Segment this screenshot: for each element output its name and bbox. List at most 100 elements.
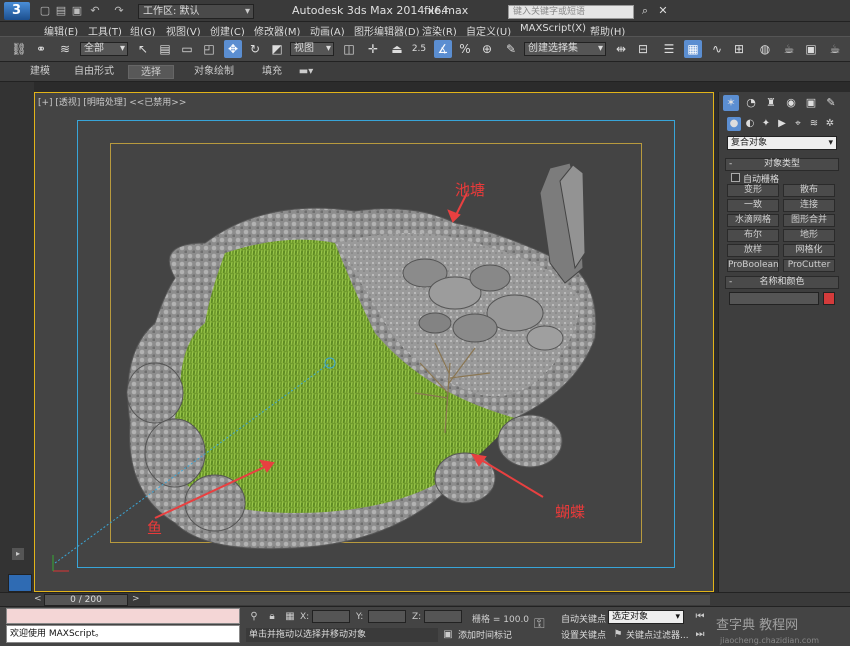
snap-toggle-icon[interactable]: 2.5 — [410, 40, 428, 58]
key-mode-select[interactable]: 选定对象 — [608, 610, 684, 624]
undo-icon[interactable]: ↶ — [88, 4, 102, 18]
space-warps-icon[interactable]: ≋ — [807, 117, 821, 131]
scatter-button[interactable]: 散布 — [783, 184, 835, 197]
object-type-rollout[interactable]: - 对象类型 — [725, 158, 839, 171]
procutter-button[interactable]: ProCutter — [783, 259, 835, 272]
object-color-swatch[interactable] — [823, 292, 835, 305]
spinner-snap-icon[interactable]: ⊕ — [478, 40, 496, 58]
align-icon[interactable]: ⊟ — [634, 40, 652, 58]
key-icon[interactable]: ⚿ — [534, 616, 552, 634]
x-coord-field[interactable] — [312, 610, 350, 623]
layer-manager-icon[interactable]: ☰ — [660, 40, 678, 58]
pivot-center-icon[interactable]: ◫ — [340, 40, 358, 58]
tab-modeling[interactable]: 建模 — [24, 65, 56, 79]
cameras-icon[interactable]: ▶ — [775, 117, 789, 131]
maxscript-listener-output[interactable]: 欢迎使用 MAXScript。 — [6, 625, 240, 643]
selection-filter-select[interactable]: 全部 — [80, 42, 128, 56]
rendered-frame-icon[interactable]: ▣ — [802, 40, 820, 58]
key-mode-toggle-icon[interactable]: ⏭ — [694, 629, 706, 641]
ribbon-options-icon[interactable]: ▬▾ — [296, 65, 316, 79]
lights-icon[interactable]: ✦ — [759, 117, 773, 131]
mirror-icon[interactable]: ⇹ — [612, 40, 630, 58]
schematic-view-icon[interactable]: ⊞ — [730, 40, 748, 58]
select-rotate-icon[interactable]: ↻ — [246, 40, 264, 58]
select-move-icon[interactable]: ✥ — [224, 40, 242, 58]
helpers-icon[interactable]: ⌖ — [791, 117, 805, 131]
motion-tab-icon[interactable]: ◉ — [783, 95, 799, 111]
object-name-input[interactable] — [729, 292, 819, 305]
curve-editor-icon[interactable]: ∿ — [708, 40, 726, 58]
render-setup-icon[interactable]: ☕ — [780, 40, 798, 58]
material-editor-icon[interactable]: ◍ — [756, 40, 774, 58]
goto-start-icon[interactable]: ⏮ — [694, 611, 706, 623]
scene-render[interactable] — [35, 93, 714, 592]
menu-maxscript[interactable]: MAXScript(X) — [520, 23, 586, 34]
proboolean-button[interactable]: ProBoolean — [727, 259, 779, 272]
prev-frame-icon[interactable]: < — [34, 594, 42, 604]
y-coord-field[interactable] — [368, 610, 406, 623]
key-filter-icon[interactable]: ⚑ — [612, 629, 624, 641]
timeline-track[interactable] — [150, 595, 710, 605]
modify-tab-icon[interactable]: ◔ — [743, 95, 759, 111]
blobmesh-button[interactable]: 水滴网格 — [727, 214, 779, 227]
connect-button[interactable]: 连接 — [783, 199, 835, 212]
shapemerge-button[interactable]: 图形合并 — [783, 214, 835, 227]
angle-snap-icon[interactable]: ∡ — [434, 40, 452, 58]
save-file-icon[interactable]: ▣ — [70, 4, 84, 18]
terrain-button[interactable]: 地形 — [783, 229, 835, 242]
percent-snap-icon[interactable]: % — [456, 40, 474, 58]
key-filters-button[interactable]: 关键点过滤器... — [626, 628, 689, 641]
select-scale-icon[interactable]: ◩ — [268, 40, 286, 58]
tab-populate[interactable]: 填充 — [256, 65, 288, 79]
open-file-icon[interactable]: ▤ — [54, 4, 68, 18]
boolean-button[interactable]: 布尔 — [727, 229, 779, 242]
utilities-tab-icon[interactable]: ✎ — [823, 95, 839, 111]
mesher-button[interactable]: 网格化 — [783, 244, 835, 257]
loft-button[interactable]: 放样 — [727, 244, 779, 257]
lock-icon[interactable]: 🔒︎ — [266, 611, 278, 623]
rect-selection-icon[interactable]: ▭ — [178, 40, 196, 58]
help-search-input[interactable]: 键入关键字或短语 — [508, 5, 634, 19]
expand-panel-icon[interactable]: ▸ — [12, 548, 24, 560]
conform-button[interactable]: 一致 — [727, 199, 779, 212]
tools-icon[interactable]: ✕ — [656, 4, 670, 18]
auto-key-button[interactable]: 自动关键点 — [561, 612, 606, 625]
create-tab-icon[interactable]: ✶ — [723, 95, 739, 111]
new-file-icon[interactable]: ▢ — [38, 4, 52, 18]
autogrid-checkbox[interactable] — [731, 173, 740, 182]
set-key-button[interactable]: 设置关键点 — [561, 628, 606, 641]
tab-object-paint[interactable]: 对象绘制 — [186, 65, 242, 79]
render-production-icon[interactable]: ☕ — [826, 40, 844, 58]
maxscript-listener-input[interactable] — [6, 608, 240, 624]
tab-freeform[interactable]: 自由形式 — [66, 65, 122, 79]
mini-listener-icon[interactable] — [8, 574, 32, 592]
hierarchy-tab-icon[interactable]: ♜ — [763, 95, 779, 111]
display-tab-icon[interactable]: ▣ — [803, 95, 819, 111]
keyboard-shortcut-icon[interactable]: ⏏ — [388, 40, 406, 58]
morph-button[interactable]: 变形 — [727, 184, 779, 197]
workspace-select[interactable]: 工作区: 默认 — [138, 4, 254, 19]
bind-space-warp-icon[interactable]: ≋ — [56, 40, 74, 58]
select-object-icon[interactable]: ↖ — [134, 40, 152, 58]
tab-selection[interactable]: 选择 — [128, 65, 174, 79]
shapes-icon[interactable]: ◐ — [743, 117, 757, 131]
add-time-tag-button[interactable]: 添加时间标记 — [458, 628, 512, 641]
search-icon[interactable]: ⌕ — [638, 4, 652, 18]
time-slider[interactable]: 0 / 200 — [44, 594, 128, 606]
graphite-ribbon-icon[interactable]: ▦ — [684, 40, 702, 58]
named-selection-select[interactable]: 创建选择集 — [524, 42, 606, 56]
manipulate-icon[interactable]: ✛ — [364, 40, 382, 58]
select-by-name-icon[interactable]: ▤ — [156, 40, 174, 58]
isolate-icon[interactable]: ⚲ — [248, 611, 260, 623]
link-icon[interactable]: ⛓ — [10, 40, 28, 58]
ref-coord-select[interactable]: 视图 — [290, 42, 334, 56]
perspective-viewport[interactable]: [+] [透视] [明暗处理] <<已禁用>> 池塘 鱼 蝴蝶 — [34, 92, 714, 592]
z-coord-field[interactable] — [424, 610, 462, 623]
abs-rel-icon[interactable]: ▦ — [284, 611, 296, 623]
window-crossing-icon[interactable]: ◰ — [200, 40, 218, 58]
geometry-icon[interactable]: ● — [727, 117, 741, 131]
app-logo-icon[interactable] — [4, 2, 30, 20]
object-category-select[interactable]: 复合对象 — [727, 136, 837, 150]
name-color-rollout[interactable]: - 名称和颜色 — [725, 276, 839, 289]
systems-icon[interactable]: ✲ — [823, 117, 837, 131]
